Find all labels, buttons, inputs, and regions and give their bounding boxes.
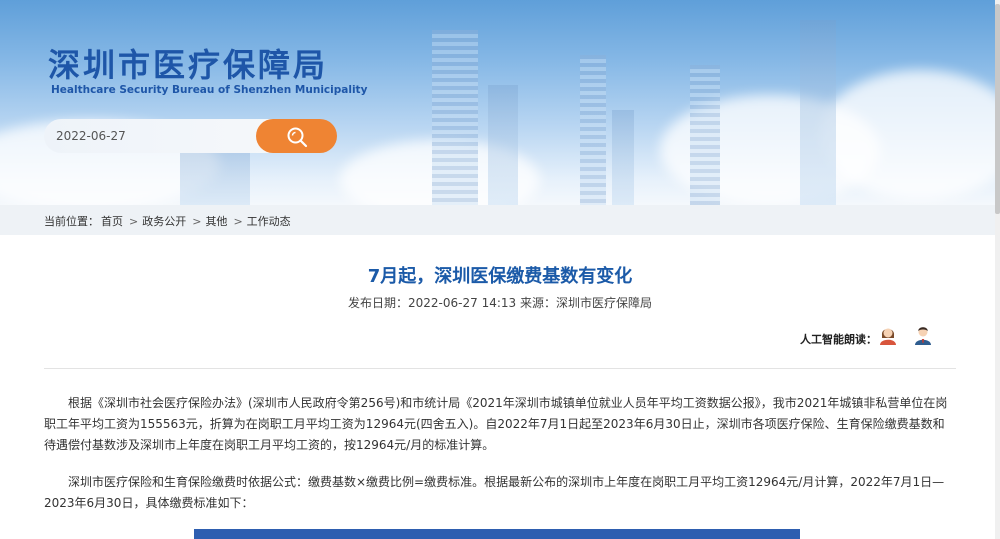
- article-meta: 发布日期：2022-06-27 14:13 来源：深圳市医疗保障局: [348, 296, 652, 310]
- search-button[interactable]: [256, 119, 337, 153]
- content-divider: [44, 368, 956, 369]
- contribution-table-header: [194, 529, 800, 539]
- ai-read-label: 人工智能朗读：: [800, 333, 877, 346]
- skyline-building: [488, 85, 518, 205]
- male-voice-icon[interactable]: [912, 323, 934, 345]
- site-subtitle: Healthcare Security Bureau of Shenzhen M…: [51, 84, 368, 96]
- search-input[interactable]: [56, 127, 246, 145]
- header-banner: 深圳市医疗保障局 Healthcare Security Bureau of S…: [0, 0, 1000, 205]
- skyline-building: [180, 145, 250, 205]
- breadcrumb-home-link[interactable]: 首页: [101, 215, 123, 228]
- breadcrumb: 当前位置： 首页 > 政务公开 > 其他 > 工作动态: [44, 213, 293, 229]
- scrollbar-thumb[interactable]: [995, 4, 1000, 214]
- article-paragraph: 深圳市医疗保险和生育保险缴费时依据公式：缴费基数×缴费比例=缴费标准。根据最新公…: [44, 475, 945, 510]
- breadcrumb-work-news-link[interactable]: 工作动态: [247, 215, 291, 228]
- breadcrumb-other-link[interactable]: 其他: [205, 215, 227, 228]
- site-title: 深圳市医疗保障局: [48, 46, 329, 84]
- skyline-building: [580, 55, 606, 205]
- article-title: 7月起，深圳医保缴费基数有变化: [367, 266, 633, 287]
- breadcrumb-separator: >: [129, 215, 139, 228]
- breadcrumb-gov-affairs-link[interactable]: 政务公开: [142, 215, 186, 228]
- breadcrumb-separator: >: [233, 215, 243, 228]
- skyline-building: [800, 20, 836, 205]
- skyline-building: [690, 65, 720, 205]
- skyline-building: [432, 30, 478, 205]
- article-paragraph: 根据《深圳市社会医疗保险办法》(深圳市人民政府令第256号)和市统计局《2021…: [44, 396, 948, 452]
- breadcrumb-separator: >: [192, 215, 202, 228]
- female-voice-icon[interactable]: [877, 323, 899, 345]
- skyline-building: [612, 110, 634, 205]
- search-icon: [287, 127, 308, 148]
- breadcrumb-prefix: 当前位置：: [44, 215, 99, 228]
